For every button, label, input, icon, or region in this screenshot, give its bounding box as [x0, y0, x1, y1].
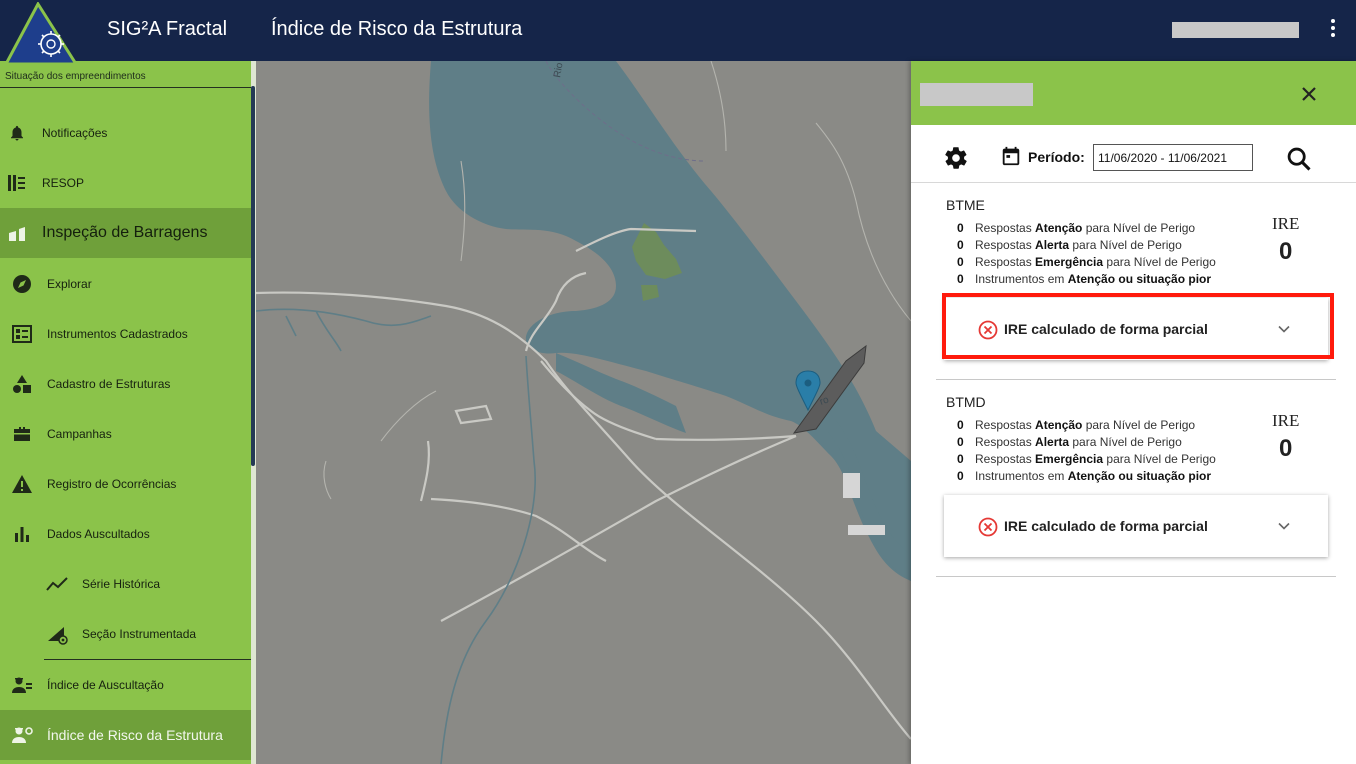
close-icon[interactable]	[1297, 82, 1321, 106]
search-icon[interactable]	[1285, 145, 1313, 173]
sidebar-item-label: Índice de Auscultação	[47, 678, 164, 692]
sidebar-item-cadastro-estruturas[interactable]: Cadastro de Estruturas	[0, 359, 251, 409]
sidebar-item-secao-instrumentada[interactable]: Seção Instrumentada	[0, 609, 251, 659]
dam-icon	[6, 222, 28, 244]
resop-icon	[6, 172, 28, 194]
periodo-date-range-input[interactable]	[1093, 144, 1253, 171]
panel-header	[911, 61, 1356, 125]
gear-icon[interactable]	[943, 145, 969, 171]
sidebar-scrollbar-thumb[interactable]	[251, 86, 255, 466]
sidebar-item-campanhas[interactable]: Campanhas	[0, 409, 251, 459]
sidebar-item-label: RESOP	[42, 176, 85, 190]
structure-name: BTME	[946, 197, 985, 213]
count-line-atencao: 0 Respostas Atenção para Nível de Perigo	[957, 221, 1196, 235]
count-line-emergencia: 0 Respostas Emergência para Nível de Peri…	[957, 452, 1216, 466]
sidebar-item-resop[interactable]: RESOP	[0, 158, 251, 208]
sidebar-item-label: Instrumentos Cadastrados	[47, 327, 188, 341]
briefcase-icon	[11, 423, 33, 445]
sidebar-item-indice-auscultacao[interactable]: Índice de Auscultação	[0, 660, 251, 710]
bar-chart-icon	[11, 523, 33, 545]
sidebar-item-dados-auscultados[interactable]: Dados Auscultados	[0, 509, 251, 559]
sidebar-item-label: Registro de Ocorrências	[47, 477, 177, 491]
structure-card-btme: BTME 0 Respostas Atenção para Nível de Pe…	[911, 183, 1356, 381]
structure-risk-panel: Período: BTME 0Respostas Atenção para Ní…	[911, 61, 1356, 764]
shapes-icon	[11, 373, 33, 395]
sidebar-item-instrumentos[interactable]: Instrumentos Cadastrados	[0, 309, 251, 359]
page-title: Índice de Risco da Estrutura	[271, 18, 523, 40]
engineer-icon	[11, 674, 33, 696]
sidebar-item-serie-historica[interactable]: Série Histórica	[0, 559, 251, 609]
sidebar-item-label: Cadastro de Estruturas	[47, 377, 171, 391]
error-circle-icon	[978, 517, 998, 537]
structure-name: BTMD	[946, 394, 986, 410]
count-line-atencao: 0 Respostas Atenção para Nível de Perigo	[957, 418, 1196, 432]
compass-icon	[11, 273, 33, 295]
count-line-alerta: 0 Respostas Alerta para Nível de Perigo	[957, 435, 1182, 449]
warning-icon	[11, 473, 33, 495]
kebab-menu-icon[interactable]	[1325, 17, 1341, 41]
sidebar: Situação dos empreendimentos Notificaçõe…	[0, 61, 251, 764]
line-chart-icon	[46, 573, 68, 595]
user-name-redacted[interactable]	[1172, 22, 1299, 38]
expander-text: IRE calculado de forma parcial	[1004, 518, 1208, 534]
ire-value: 0	[1279, 238, 1293, 265]
calendar-icon	[1002, 146, 1020, 166]
instrumented-section-icon	[46, 623, 68, 645]
sidebar-item-indice-risco-estrutura[interactable]: Índice de Risco da Estrutura	[0, 710, 251, 760]
ire-label: IRE	[1272, 214, 1300, 233]
highlight-box	[942, 293, 1334, 359]
ire-value: 0	[1279, 435, 1293, 462]
app-title: SIG²A Fractal	[107, 18, 228, 40]
bell-icon	[6, 122, 28, 144]
sidebar-item-label: Notificações	[42, 126, 108, 140]
sidebar-item-label: Índice de Risco da Estrutura	[47, 727, 223, 743]
app-header: SIG²A Fractal Índice de Risco da Estrutu…	[0, 0, 1356, 61]
sidebar-item-ocorrencias[interactable]: Registro de Ocorrências	[0, 459, 251, 509]
count-line-emergencia: 0 Respostas Emergência para Nível de Peri…	[957, 255, 1216, 269]
lightbulb-gear-icon[interactable]	[4, 2, 80, 64]
sidebar-item-label: Explorar	[47, 277, 92, 291]
sidebar-item-label: Seção Instrumentada	[82, 627, 197, 641]
count-line-alerta: 0 Respostas Alerta para Nível de Perigo	[957, 238, 1182, 252]
map-view[interactable]: Rio ro	[256, 61, 911, 764]
structure-counts: 0 Respostas Atenção para Nível de Perigo …	[957, 220, 1216, 288]
sidebar-item-label: Inspeção de Barragens	[42, 224, 208, 241]
situacao-empreendimentos[interactable]: Situação dos empreendimentos	[5, 71, 146, 82]
periodo-label: Período:	[1028, 149, 1085, 165]
count-line-instrumentos: 0 Instrumentos em Atenção ou situação pio…	[957, 272, 1212, 286]
chevron-down-icon	[1278, 522, 1290, 530]
ire-label: IRE	[1272, 411, 1300, 430]
sidebar-section-inspecao[interactable]: Inspeção de Barragens	[0, 208, 251, 258]
registered-instruments-icon	[11, 323, 33, 345]
structure-separator	[936, 576, 1336, 577]
sidebar-item-label: Série Histórica	[82, 577, 161, 591]
structure-counts: 0 Respostas Atenção para Nível de Perigo …	[957, 417, 1216, 485]
sidebar-item-notificacoes[interactable]: Notificações	[0, 108, 251, 158]
count-line-instrumentos: 0 Instrumentos em Atenção ou situação pio…	[957, 469, 1212, 483]
sidebar-item-label: Campanhas	[47, 427, 112, 441]
engineer-gear-icon	[11, 724, 33, 746]
sidebar-item-label: Dados Auscultados	[47, 527, 150, 541]
panel-title-redacted	[920, 83, 1033, 106]
panel-toolbar: Período:	[911, 125, 1356, 183]
ire-partial-expander[interactable]: IRE calculado de forma parcial	[944, 495, 1328, 557]
sidebar-item-explorar[interactable]: Explorar	[0, 259, 251, 309]
map-canvas[interactable]: Rio ro	[256, 61, 911, 764]
structure-card-btmd: BTMD 0 Respostas Atenção para Nível de Pe…	[911, 380, 1356, 578]
sidebar-divider	[0, 87, 251, 88]
